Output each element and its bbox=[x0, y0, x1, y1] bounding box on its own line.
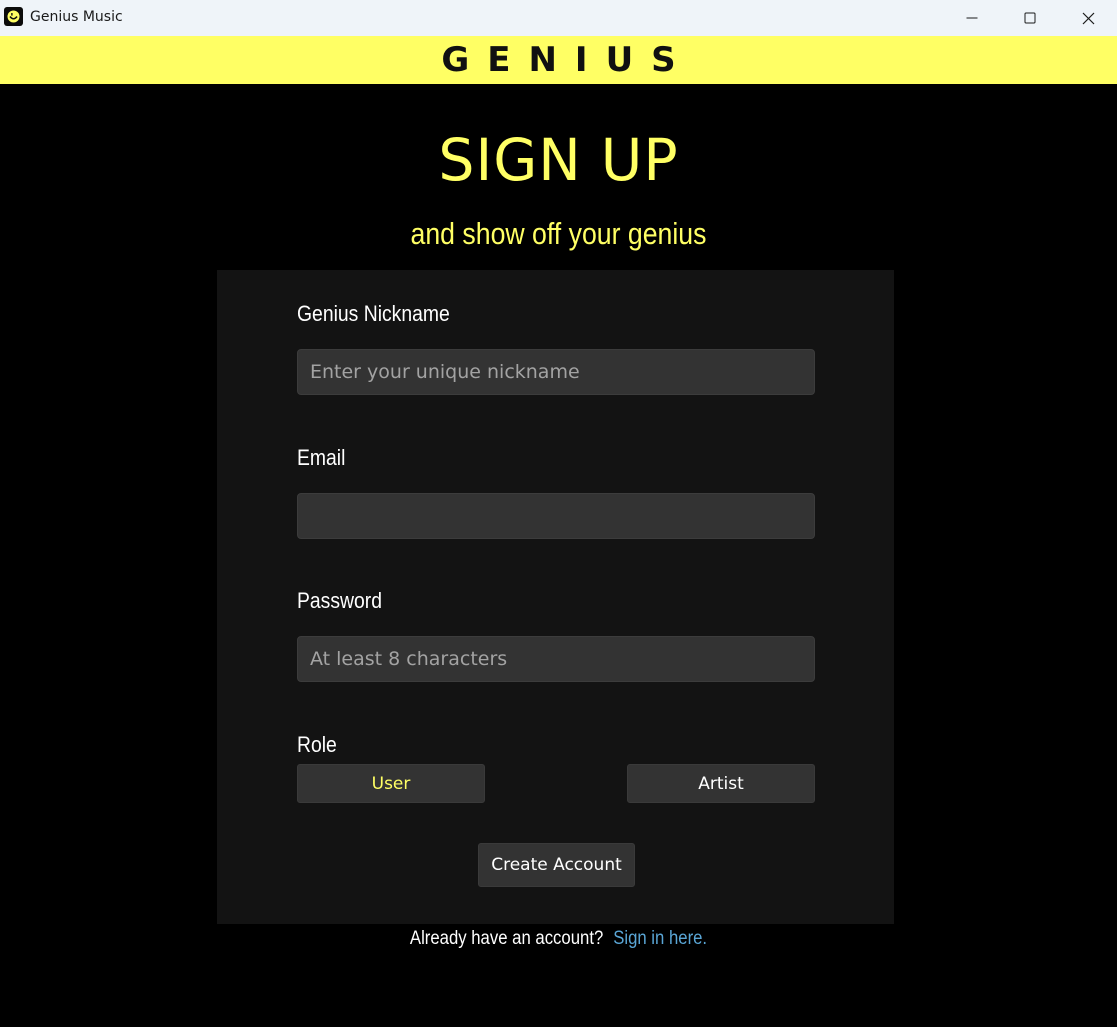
role-user-button[interactable]: User bbox=[297, 764, 485, 803]
password-label: Password bbox=[297, 588, 383, 613]
signin-link[interactable]: Sign in here. bbox=[613, 928, 707, 949]
window-title: Genius Music bbox=[30, 9, 123, 25]
signin-prompt-text: Already have an account? bbox=[409, 928, 604, 949]
password-input[interactable] bbox=[297, 636, 815, 682]
close-button[interactable] bbox=[1059, 0, 1117, 36]
page-title: SIGN UP bbox=[438, 126, 679, 194]
window-titlebar: Genius Music bbox=[0, 0, 1117, 36]
role-label: Role bbox=[297, 732, 337, 757]
email-label: Email bbox=[297, 445, 346, 470]
signup-form-card: Genius Nickname Email Password Role User… bbox=[217, 270, 894, 924]
nickname-input[interactable] bbox=[297, 349, 815, 395]
signin-prompt: Already have an account? Sign in here. bbox=[67, 928, 1050, 950]
brand-bar: GENIUS bbox=[0, 36, 1117, 84]
genius-app-icon bbox=[4, 7, 23, 26]
nickname-label: Genius Nickname bbox=[297, 301, 450, 326]
create-account-button[interactable]: Create Account bbox=[478, 843, 635, 887]
close-icon bbox=[1082, 12, 1094, 24]
minimize-icon bbox=[966, 17, 978, 19]
minimize-button[interactable] bbox=[943, 0, 1001, 36]
role-artist-button[interactable]: Artist bbox=[627, 764, 815, 803]
genius-logo: GENIUS bbox=[441, 40, 694, 80]
maximize-button[interactable] bbox=[1001, 0, 1059, 36]
maximize-icon bbox=[1024, 12, 1036, 24]
page-subtitle: and show off your genius bbox=[410, 216, 707, 251]
email-input[interactable] bbox=[297, 493, 815, 539]
